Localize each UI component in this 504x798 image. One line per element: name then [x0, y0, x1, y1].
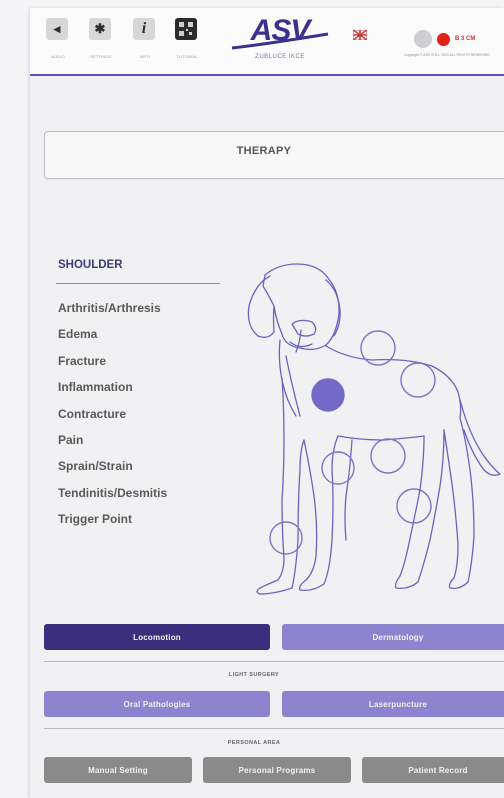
condition-item-contracture[interactable]: Contracture	[58, 406, 167, 432]
tutorial-label: TUTORIAL	[176, 54, 198, 59]
condition-item-arthritis[interactable]: Arthritis/Arthresis	[58, 300, 167, 326]
personal-area-title: PERSONAL AREA	[227, 740, 281, 746]
condition-item-tendinitis[interactable]: Tendinitis/Desmitis	[58, 485, 167, 511]
patient-record-button[interactable]: Patient Record	[362, 757, 504, 783]
brand-subtitle: ZUBLUCE IKCE	[255, 54, 305, 60]
dog-body-map	[247, 263, 501, 595]
body-point-back[interactable]	[400, 362, 436, 398]
condition-item-edema[interactable]: Edema	[58, 326, 167, 352]
status-indicator-gray	[414, 30, 432, 48]
manual-setting-button[interactable]: Manual Setting	[44, 757, 192, 783]
light-surgery-title: LIGHT SURGERY	[228, 672, 280, 678]
condition-item-sprain[interactable]: Sprain/Strain	[58, 458, 167, 484]
status-text: B 3 CM	[455, 36, 476, 42]
audio-label: AUDIO	[51, 54, 65, 59]
speaker-icon[interactable]: ◂	[46, 18, 68, 40]
divider-light-surgery	[44, 661, 504, 662]
info-icon[interactable]: i	[133, 18, 155, 40]
qr-code-icon[interactable]	[175, 18, 197, 40]
condition-item-pain[interactable]: Pain	[58, 432, 167, 458]
gear-icon[interactable]: ✱	[89, 18, 111, 40]
condition-item-trigger-point[interactable]: Trigger Point	[58, 511, 167, 537]
divider-personal-area	[44, 728, 504, 729]
locomotion-button[interactable]: Locomotion	[44, 624, 270, 650]
brand-logo: ASV	[250, 14, 311, 47]
body-point-shoulder[interactable]	[311, 378, 345, 412]
condition-item-inflammation[interactable]: Inflammation	[58, 379, 167, 405]
section-title: SHOULDER	[58, 259, 123, 271]
settings-label: SETTINGS	[90, 54, 112, 59]
oral-pathologies-button[interactable]: Oral Pathologies	[44, 691, 270, 717]
info-label: INFO	[139, 54, 151, 59]
copyright-text: Copyright © ASV S.R.L 2020 ALL RIGHTS RE…	[404, 53, 490, 57]
condition-list: Arthritis/Arthresis Edema Fracture Infla…	[58, 300, 167, 538]
body-point-hip[interactable]	[370, 438, 406, 474]
status-indicator-red	[437, 33, 450, 46]
condition-item-fracture[interactable]: Fracture	[58, 353, 167, 379]
personal-programs-button[interactable]: Personal Programs	[203, 757, 351, 783]
therapy-title: THERAPY	[236, 145, 292, 157]
section-divider	[56, 283, 220, 284]
uk-flag-icon[interactable]	[352, 29, 368, 43]
laserpuncture-button[interactable]: Laserpuncture	[282, 691, 504, 717]
body-point-carpus[interactable]	[269, 521, 303, 555]
dermatology-button[interactable]: Dermatology	[282, 624, 504, 650]
